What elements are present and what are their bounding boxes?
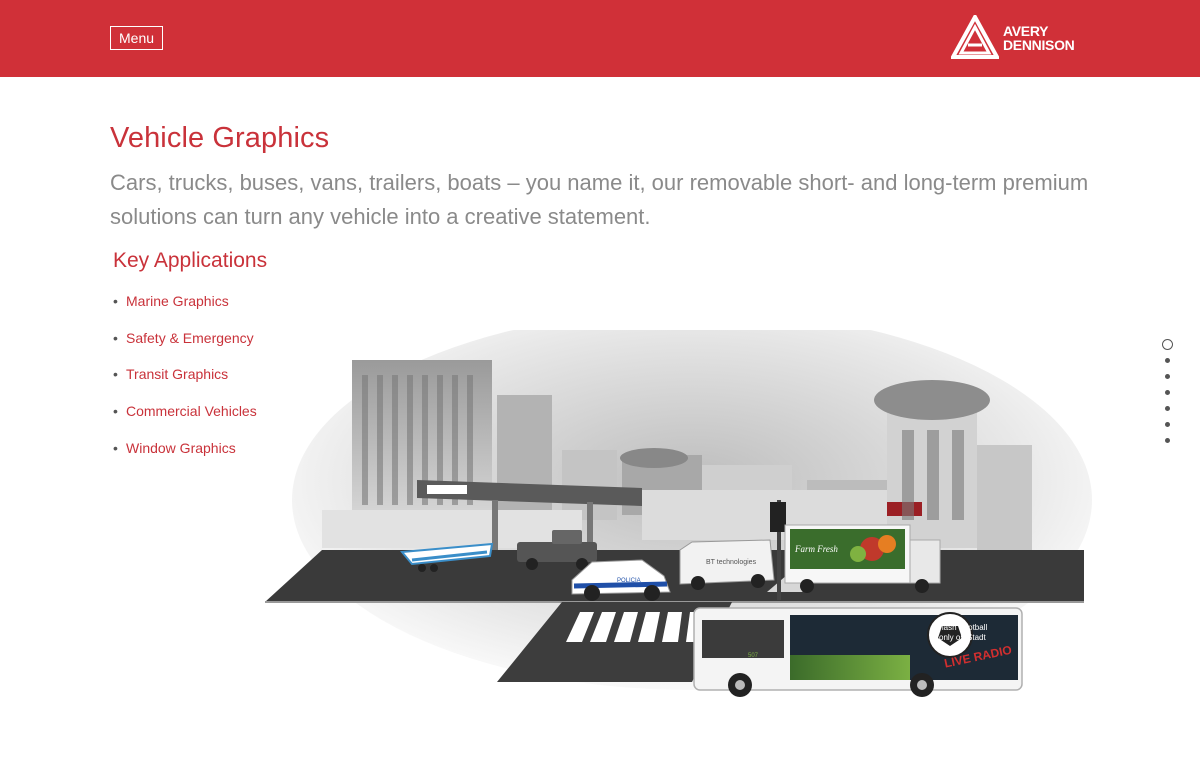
- page-title: Vehicle Graphics: [110, 122, 330, 154]
- bullet-icon: •: [113, 293, 118, 309]
- menu-button[interactable]: Menu: [110, 26, 164, 50]
- section-pager: [1161, 339, 1173, 454]
- pager-dot-6[interactable]: [1164, 422, 1170, 427]
- pager-dot-2[interactable]: [1164, 358, 1170, 363]
- bus-ad-line1: Flash Football: [937, 623, 987, 632]
- brand-logo[interactable]: AVERY DENNISON: [951, 15, 1091, 61]
- application-link-safety[interactable]: Safety & Emergency: [126, 327, 254, 349]
- bullet-icon: •: [113, 403, 118, 420]
- bullet-icon: •: [113, 329, 118, 346]
- applications-list: • Marine Graphics • Safety & Emergency • Tr…: [113, 290, 257, 473]
- bus-ad-line2: only on Stadt: [939, 633, 986, 642]
- police-car-label: POLICIA: [617, 578, 641, 584]
- application-link-commercial[interactable]: Commercial Vehicles: [126, 400, 257, 422]
- applications-heading: Key Applications: [113, 249, 268, 272]
- intro-text: Cars, trucks, buses, vans, trailers, boa…: [110, 170, 1089, 229]
- top-header: Menu AVERY DENNISON: [0, 0, 1200, 77]
- van-label: BT technologies: [706, 559, 757, 566]
- list-item: • Commercial Vehicles: [113, 400, 257, 437]
- application-link-transit[interactable]: Transit Graphics: [126, 363, 228, 385]
- bullet-icon: •: [113, 439, 118, 456]
- application-link-marine[interactable]: Marine Graphics: [126, 290, 229, 312]
- pager-dot-1[interactable]: [1161, 339, 1173, 350]
- bus-number: 507: [748, 653, 759, 659]
- logo-line2: DENNISON: [1003, 37, 1075, 53]
- list-item: • Window Graphics: [113, 437, 257, 474]
- list-item: • Transit Graphics: [113, 363, 257, 400]
- city-vehicle-illustration: POLICIA BT technologies Farm Fresh Flash…: [265, 330, 1092, 697]
- bt-van: BT technologies: [679, 539, 775, 590]
- pager-dot-7[interactable]: [1164, 438, 1170, 443]
- pager-dot-3[interactable]: [1164, 374, 1170, 379]
- logo-wordmark: AVERY DENNISON: [1003, 24, 1075, 52]
- list-item: • Marine Graphics: [113, 290, 257, 327]
- avery-dennison-logo-icon: [951, 15, 999, 59]
- application-link-window[interactable]: Window Graphics: [126, 437, 236, 459]
- pager-dot-4[interactable]: [1164, 390, 1170, 395]
- bullet-icon: •: [113, 366, 118, 383]
- logo-line1: AVERY: [1003, 23, 1049, 39]
- advertising-bus: Flash Football only on Stadt LIVE RADIO …: [693, 607, 1023, 697]
- truck-label: Farm Fresh: [794, 544, 838, 554]
- list-item: • Safety & Emergency: [113, 327, 257, 364]
- pager-dot-5[interactable]: [1164, 406, 1170, 411]
